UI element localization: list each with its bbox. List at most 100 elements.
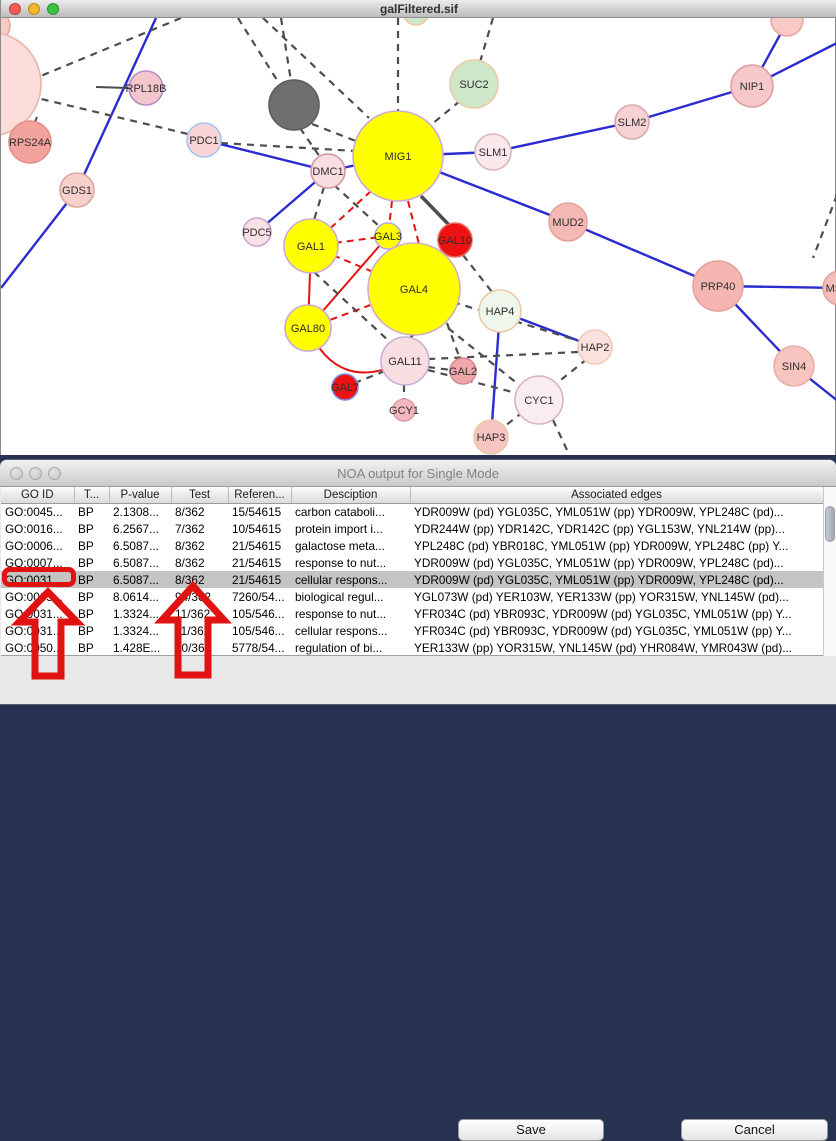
table-cell[interactable]: GO:0050... (1, 639, 74, 656)
network-edge[interactable] (1, 190, 77, 288)
noa-window-titlebar[interactable]: NOA output for Single Mode (0, 460, 836, 487)
table-cell[interactable]: 21/54615 (228, 571, 291, 588)
network-edge[interactable] (813, 195, 836, 258)
network-edge[interactable] (96, 87, 129, 88)
table-cell[interactable]: BP (74, 622, 109, 639)
table-cell[interactable]: 1.428E... (109, 639, 171, 656)
table-cell[interactable]: GO:0007... (1, 554, 74, 571)
table-cell[interactable]: 80/362 (171, 639, 228, 656)
network-edge[interactable] (421, 196, 450, 226)
network-edge[interactable] (281, 18, 291, 81)
table-cell[interactable]: 8/362 (171, 503, 228, 520)
network-edge[interactable] (463, 255, 492, 292)
close-button[interactable] (9, 3, 21, 15)
table-cell[interactable]: 8/362 (171, 554, 228, 571)
network-edge[interactable] (428, 367, 451, 370)
table-row[interactable]: GO:0007...BP6.5087...8/36221/54615respon… (1, 554, 823, 571)
table-cell[interactable]: GO:0006... (1, 537, 74, 554)
table-cell[interactable]: 1.3324... (109, 622, 171, 639)
table-cell[interactable]: 105/546... (228, 622, 291, 639)
network-canvas[interactable]: RPL18BRPS24AGDS1PDC1DMC1MIG1SUC2SLM1SLM2… (1, 18, 836, 455)
table-cell[interactable]: regulation of bi... (291, 639, 410, 656)
table-cell[interactable]: BP (74, 571, 109, 588)
column-header-desciption[interactable]: Desciption (291, 487, 410, 503)
table-cell[interactable]: cellular respons... (291, 622, 410, 639)
table-cell[interactable]: YDR009W (pd) YGL035C, YML051W (pp) YDR00… (410, 571, 823, 588)
network-edge[interactable] (553, 420, 567, 450)
column-header-associated-edges[interactable]: Associated edges (410, 487, 823, 503)
scrollbar-thumb[interactable] (825, 506, 835, 542)
table-cell[interactable]: BP (74, 554, 109, 571)
table-row[interactable]: GO:0016...BP6.2567...7/36210/54615protei… (1, 520, 823, 537)
table-cell[interactable]: 6.5087... (109, 554, 171, 571)
table-cell[interactable]: YDR009W (pd) YGL035C, YML051W (pp) YDR00… (410, 503, 823, 520)
network-edge[interactable] (432, 101, 460, 124)
table-row[interactable]: GO:0031...BP6.5087...8/36221/54615cellul… (1, 571, 823, 588)
table-cell[interactable]: 5778/54... (228, 639, 291, 656)
column-header-referen-[interactable]: Referen... (228, 487, 291, 503)
table-cell[interactable]: 94/362 (171, 588, 228, 605)
table-row[interactable]: GO:0031...BP1.3324...11/362105/546...cel… (1, 622, 823, 639)
table-cell[interactable]: 6.5087... (109, 537, 171, 554)
table-cell[interactable]: 11/362 (171, 622, 228, 639)
table-cell[interactable]: GO:0031... (1, 571, 74, 588)
table-cell[interactable]: response to nut... (291, 554, 410, 571)
graph-window-titlebar[interactable]: galFiltered.sif (1, 0, 836, 18)
table-cell[interactable]: 7260/54... (228, 588, 291, 605)
table-cell[interactable]: 6.2567... (109, 520, 171, 537)
table-cell[interactable]: GO:0031... (1, 622, 74, 639)
table-cell[interactable]: 8.0614... (109, 588, 171, 605)
table-cell[interactable]: cellular respons... (291, 571, 410, 588)
network-edge[interactable] (447, 323, 460, 359)
table-cell[interactable]: YFR034C (pd) YBR093C, YDR009W (pd) YGL03… (410, 622, 823, 639)
zoom-button[interactable] (48, 467, 61, 480)
table-cell[interactable]: 10/54615 (228, 520, 291, 537)
node-unlabeled[interactable] (771, 18, 803, 36)
column-header-go-id[interactable]: GO ID (1, 487, 74, 503)
network-edge[interactable] (31, 18, 181, 80)
table-cell[interactable]: BP (74, 503, 109, 520)
table-cell[interactable]: protein import i... (291, 520, 410, 537)
table-cell[interactable]: YGL073W (pd) YER103W, YER133W (pp) YOR31… (410, 588, 823, 605)
column-header-t-[interactable]: T... (74, 487, 109, 503)
minimize-button[interactable] (28, 3, 40, 15)
table-cell[interactable]: GO:0016... (1, 520, 74, 537)
column-header-p-value[interactable]: P-value (109, 487, 171, 503)
network-edge[interactable] (480, 18, 493, 62)
network-edge[interactable] (314, 187, 324, 220)
table-cell[interactable]: YDR244W (pp) YDR142C, YDR142C (pp) YGL15… (410, 520, 823, 537)
network-edge[interactable] (429, 352, 578, 359)
table-row[interactable]: GO:0050...BP1.428E...80/3625778/54...reg… (1, 639, 823, 656)
table-cell[interactable]: BP (74, 588, 109, 605)
table-cell[interactable]: YPL248C (pd) YBR018C, YML051W (pp) YDR00… (410, 537, 823, 554)
cancel-button[interactable]: Cancel (681, 1119, 828, 1141)
table-row[interactable]: GO:0065...BP8.0614...94/3627260/54...bio… (1, 588, 823, 605)
minimize-button[interactable] (29, 467, 42, 480)
table-cell[interactable]: BP (74, 520, 109, 537)
table-cell[interactable]: galactose meta... (291, 537, 410, 554)
table-cell[interactable]: carbon cataboli... (291, 503, 410, 520)
table-cell[interactable]: 1.3324... (109, 605, 171, 622)
table-cell[interactable]: 6.5087... (109, 571, 171, 588)
table-cell[interactable]: 2.1308... (109, 503, 171, 520)
table-cell[interactable]: GO:0045... (1, 503, 74, 520)
zoom-button[interactable] (47, 3, 59, 15)
table-cell[interactable]: YDR009W (pd) YGL035C, YML051W (pp) YDR00… (410, 554, 823, 571)
table-cell[interactable]: GO:0065... (1, 588, 74, 605)
table-cell[interactable]: 15/54615 (228, 503, 291, 520)
network-edge[interactable] (29, 96, 188, 134)
table-cell[interactable]: YFR034C (pd) YBR093C, YDR009W (pd) YGL03… (410, 605, 823, 622)
table-cell[interactable]: 7/362 (171, 520, 228, 537)
network-edge[interactable] (557, 359, 587, 383)
table-cell[interactable]: BP (74, 537, 109, 554)
table-cell[interactable]: 8/362 (171, 571, 228, 588)
table-cell[interactable]: BP (74, 605, 109, 622)
table-cell[interactable]: GO:0031... (1, 605, 74, 622)
save-button[interactable]: Save (458, 1119, 604, 1141)
table-cell[interactable]: response to nut... (291, 605, 410, 622)
table-row[interactable]: GO:0045...BP2.1308...8/36215/54615carbon… (1, 503, 823, 520)
network-edge[interactable] (493, 122, 632, 152)
table-cell[interactable]: 8/362 (171, 537, 228, 554)
network-edge[interactable] (312, 124, 361, 143)
node-unlabeled[interactable] (403, 18, 429, 25)
